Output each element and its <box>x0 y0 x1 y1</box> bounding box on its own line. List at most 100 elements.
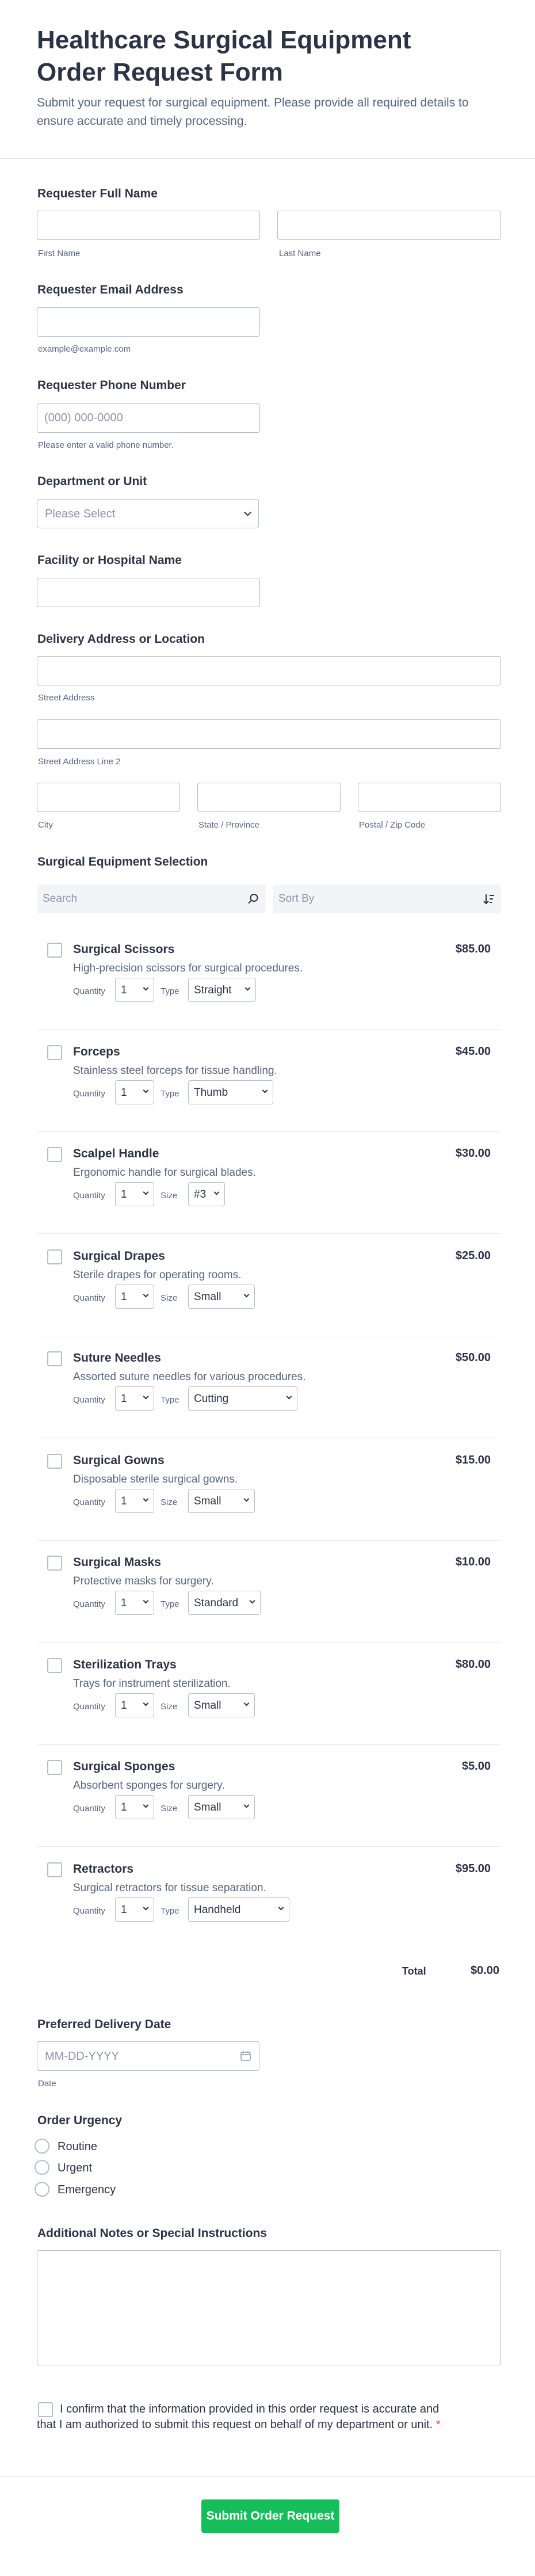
product-item: Surgical Drapes $25.00 Sterile drapes for … <box>37 1234 500 1336</box>
product-description: Assorted suture needles for various proc… <box>73 1371 306 1383</box>
product-checkbox[interactable] <box>47 943 62 958</box>
chevron-down-icon <box>143 985 149 991</box>
option-select[interactable]: Small <box>188 1284 255 1309</box>
product-checkbox[interactable] <box>47 1249 62 1264</box>
product-item: Surgical Sponges $5.00 Absorbent sponges f… <box>37 1745 500 1847</box>
option-value: #3 <box>194 1188 207 1201</box>
option-select[interactable]: Cutting <box>188 1386 297 1411</box>
product-checkbox[interactable] <box>47 1045 62 1060</box>
facility-label: Facility or Hospital Name <box>37 554 182 567</box>
chevron-down-icon <box>286 1393 292 1400</box>
option-select[interactable]: Small <box>188 1795 255 1819</box>
quantity-select[interactable]: 1 <box>115 1795 154 1819</box>
option-value: Cutting <box>194 1393 229 1405</box>
product-price: $10.00 <box>455 1556 491 1568</box>
street-address-sublabel: Street Address <box>38 693 95 703</box>
first-name-sublabel: First Name <box>38 249 81 258</box>
option-label: Size <box>160 1804 178 1813</box>
quantity-select[interactable]: 1 <box>115 1897 154 1922</box>
state-input[interactable] <box>197 783 341 812</box>
email-label: Requester Email Address <box>37 283 184 296</box>
product-checkbox[interactable] <box>47 1556 62 1571</box>
quantity-select[interactable]: 1 <box>115 1386 154 1411</box>
chevron-down-icon <box>143 1189 149 1195</box>
chevron-down-icon <box>143 1496 149 1502</box>
product-checkbox[interactable] <box>47 1351 62 1366</box>
option-select[interactable]: Small <box>188 1693 255 1717</box>
product-price: $25.00 <box>455 1249 491 1262</box>
email-input[interactable] <box>37 307 260 337</box>
product-item: Forceps $45.00 Stainless steel forceps for… <box>37 1030 500 1132</box>
chevron-down-icon <box>243 1496 250 1502</box>
product-name: Surgical Gowns <box>73 1453 165 1467</box>
option-select[interactable]: #3 <box>188 1182 225 1206</box>
quantity-select[interactable]: 1 <box>115 1284 154 1309</box>
option-label: Type <box>160 1395 179 1405</box>
chevron-down-icon <box>243 1802 250 1808</box>
product-checkbox[interactable] <box>47 1453 62 1469</box>
product-name: Surgical Masks <box>73 1556 161 1569</box>
department-select-value: Please Select <box>45 508 116 520</box>
notes-textarea[interactable] <box>37 2250 501 2365</box>
option-select[interactable]: Standard <box>188 1591 261 1615</box>
search-placeholder: Search <box>43 893 78 905</box>
quantity-label: Quantity <box>73 1804 105 1813</box>
page-title: Healthcare Surgical Equipment Order Requ… <box>37 26 411 86</box>
state-sublabel: State / Province <box>198 820 259 830</box>
sort-placeholder: Sort By <box>278 893 315 905</box>
radio-button[interactable] <box>35 2160 49 2175</box>
option-select[interactable]: Small <box>188 1488 255 1513</box>
product-search-bar[interactable]: Search <box>37 885 266 913</box>
option-value: Standard <box>194 1597 239 1609</box>
option-select[interactable]: Straight <box>188 978 256 1002</box>
radio-button[interactable] <box>35 2182 49 2197</box>
delivery-date-input[interactable]: MM-DD-YYYY <box>37 2041 259 2071</box>
first-name-input[interactable] <box>37 211 260 240</box>
quantity-value: 1 <box>121 1495 127 1507</box>
department-select[interactable]: Please Select <box>37 499 259 528</box>
quantity-label: Quantity <box>73 986 105 996</box>
product-checkbox[interactable] <box>47 1862 62 1877</box>
requester-name-label: Requester Full Name <box>37 187 158 200</box>
option-value: Small <box>194 1699 221 1712</box>
quantity-select[interactable]: 1 <box>115 1080 154 1104</box>
calendar-icon[interactable] <box>240 2051 251 2061</box>
quantity-select[interactable]: 1 <box>115 1488 154 1513</box>
quantity-select[interactable]: 1 <box>115 1693 154 1717</box>
urgency-option-label: Urgent <box>58 2162 93 2174</box>
option-label: Size <box>160 1701 178 1712</box>
product-checkbox[interactable] <box>47 1657 62 1673</box>
radio-button[interactable] <box>35 2139 49 2154</box>
facility-input[interactable] <box>37 578 260 607</box>
quantity-value: 1 <box>121 1903 127 1916</box>
chevron-down-icon <box>143 1598 149 1604</box>
submit-button[interactable]: Submit Order Request <box>201 2499 339 2533</box>
option-value: Small <box>194 1495 221 1507</box>
option-label: Type <box>160 1906 179 1916</box>
quantity-select[interactable]: 1 <box>115 1591 154 1615</box>
quantity-select[interactable]: 1 <box>115 1182 154 1206</box>
city-input[interactable] <box>37 783 180 812</box>
option-select[interactable]: Thumb <box>188 1080 273 1104</box>
product-checkbox[interactable] <box>47 1147 62 1162</box>
product-sort-select[interactable]: Sort By <box>273 885 501 913</box>
address-label: Delivery Address or Location <box>37 632 205 646</box>
street-address-line2-input[interactable] <box>37 719 501 749</box>
product-checkbox[interactable] <box>47 1760 62 1775</box>
chevron-down-icon <box>243 1700 250 1706</box>
option-value: Small <box>194 1290 221 1303</box>
phone-input[interactable] <box>37 403 260 433</box>
option-value: Thumb <box>194 1086 228 1099</box>
delivery-date-placeholder: MM-DD-YYYY <box>45 2050 119 2063</box>
chevron-down-icon <box>278 1904 284 1910</box>
product-name: Surgical Scissors <box>73 943 175 956</box>
quantity-value: 1 <box>121 1086 127 1099</box>
phone-sublabel: Please enter a valid phone number. <box>38 440 174 450</box>
quantity-label: Quantity <box>73 1599 105 1609</box>
option-select[interactable]: Handheld <box>188 1897 289 1922</box>
option-label: Type <box>160 1599 179 1609</box>
street-address-input[interactable] <box>37 656 501 685</box>
quantity-select[interactable]: 1 <box>115 978 154 1002</box>
postal-code-input[interactable] <box>358 783 501 812</box>
last-name-input[interactable] <box>277 211 501 240</box>
